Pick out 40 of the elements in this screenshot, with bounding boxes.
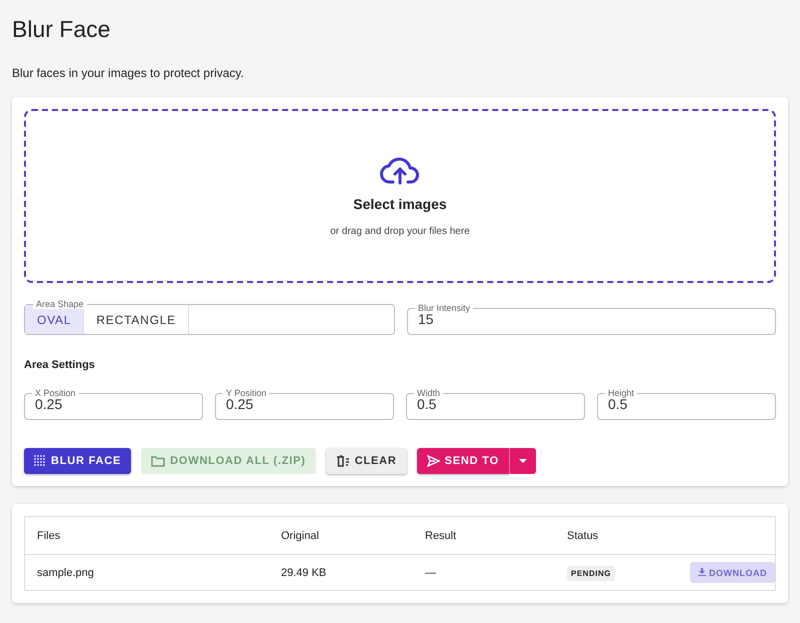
field-value: 0.25: [35, 396, 62, 412]
field-value: 0.25: [226, 396, 254, 412]
folder-icon: [151, 455, 166, 467]
download-icon: [698, 568, 706, 576]
send-to-button[interactable]: SEND TO: [416, 448, 509, 474]
number-field[interactable]: X Position 0.25: [24, 389, 203, 420]
section-heading: Area Settings: [24, 359, 96, 371]
clear-button[interactable]: CLEAR: [326, 448, 407, 474]
cloud-upload-icon: [380, 156, 420, 186]
number-field[interactable]: Blur Intensity 15: [407, 304, 776, 335]
field-value: 0.5: [417, 396, 436, 412]
dropzone-title: Select images: [353, 196, 447, 212]
number-field[interactable]: Width 0.5: [406, 389, 585, 420]
page-subtitle: Blur faces in your images to protect privacy.: [12, 66, 245, 80]
caret-icon: [518, 459, 527, 463]
grid-icon: [34, 455, 46, 467]
dropzone-hint: or drag and drop your files here: [330, 226, 470, 236]
page-title: Blur Face: [12, 15, 112, 44]
column-header: Status: [555, 516, 649, 554]
send-icon: [426, 455, 440, 467]
drop-zone[interactable]: Select images or drag and drop your files here: [24, 109, 776, 283]
dropdown-button[interactable]: [508, 448, 536, 474]
column-header: Result: [413, 516, 555, 554]
blur-face-button[interactable]: BLUR FACE: [24, 448, 132, 474]
field-value: 15: [418, 311, 435, 327]
field-label: Y Position: [225, 389, 268, 398]
column-header: Files: [24, 516, 269, 554]
status-badge: PENDING: [567, 566, 615, 580]
field-label: Width: [416, 389, 442, 398]
field-label: X Position: [34, 389, 77, 398]
column-header: Original: [269, 516, 413, 554]
number-field[interactable]: Y Position 0.25: [215, 389, 394, 420]
file-size: 29.49 KB: [281, 566, 326, 578]
field-label: Area Shape: [33, 299, 87, 309]
number-field[interactable]: Height 0.5: [597, 389, 776, 420]
result-cell: —: [425, 566, 436, 578]
file-name: sample.png: [37, 566, 94, 578]
trash-icon: [336, 455, 350, 467]
field-label: Height: [607, 389, 636, 398]
field-label: Blur Intensity: [417, 304, 472, 313]
